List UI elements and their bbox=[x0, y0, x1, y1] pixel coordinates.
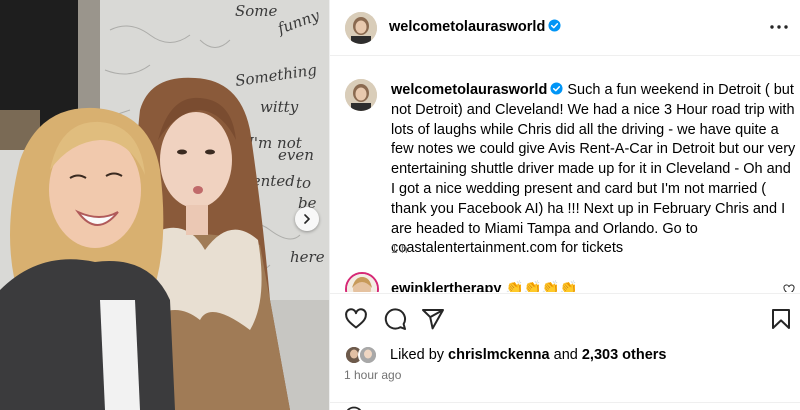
author-avatar[interactable] bbox=[345, 12, 377, 44]
comment-text: 👏👏👏👏 bbox=[505, 281, 578, 292]
commenter-username[interactable]: ewinklertherapy bbox=[391, 281, 501, 292]
caption-author-avatar[interactable] bbox=[345, 79, 377, 111]
liked-by-middle: and bbox=[549, 347, 582, 363]
bookmark-icon[interactable] bbox=[769, 307, 793, 331]
caption-body: welcometolaurasworld Such a fun weekend … bbox=[391, 81, 796, 259]
more-horizontal-icon bbox=[770, 25, 788, 29]
liked-by-count[interactable]: 2,303 others bbox=[582, 347, 667, 363]
likes-text: Liked by chrislmckenna and 2,303 others bbox=[390, 347, 667, 363]
next-photo-button[interactable] bbox=[295, 207, 319, 231]
heart-icon[interactable] bbox=[344, 307, 368, 331]
post-header: welcometolaurasworld bbox=[330, 0, 800, 56]
photo-image: Some funny Something witty I'm not even … bbox=[0, 0, 329, 410]
avatar-image bbox=[347, 274, 377, 292]
scribble-1: Some bbox=[235, 2, 278, 20]
post-details: welcometolaurasworld welcometolaurasworl… bbox=[329, 0, 800, 410]
comment-icon[interactable] bbox=[383, 307, 407, 331]
liked-by-prefix: Liked by bbox=[390, 347, 449, 363]
caption-timestamp[interactable]: 1 h bbox=[391, 242, 408, 256]
author-username[interactable]: welcometolaurasworld bbox=[389, 19, 545, 35]
caption-text: Such a fun weekend in Detroit ( but not … bbox=[391, 82, 796, 257]
action-bar: Liked by chrislmckenna and 2,303 others … bbox=[330, 293, 800, 410]
comment-body: ewinklertherapy 👏👏👏👏 bbox=[391, 280, 578, 292]
scribble-8: to bbox=[296, 174, 311, 192]
avatar-image bbox=[345, 79, 377, 111]
liker-avatar-2[interactable] bbox=[358, 345, 378, 365]
more-options-button[interactable] bbox=[767, 16, 791, 38]
avatar-image bbox=[360, 347, 376, 363]
avatar-image bbox=[345, 12, 377, 44]
verified-badge-icon bbox=[550, 82, 563, 95]
scribble-10: here bbox=[290, 248, 325, 266]
add-comment-area bbox=[330, 402, 800, 410]
comment-like-heart-icon[interactable] bbox=[783, 284, 795, 292]
scribble-6: even bbox=[278, 146, 314, 164]
post-photo[interactable]: Some funny Something witty I'm not even … bbox=[0, 0, 329, 410]
comment-item: ewinklertherapy 👏👏👏👏 bbox=[345, 272, 797, 292]
post-timestamp[interactable]: 1 hour ago bbox=[344, 368, 401, 382]
commenter-avatar[interactable] bbox=[345, 272, 379, 292]
share-icon[interactable] bbox=[421, 307, 445, 331]
author-name-row: welcometolaurasworld bbox=[389, 18, 561, 36]
verified-badge-icon bbox=[548, 19, 561, 32]
chevron-right-icon bbox=[304, 214, 310, 224]
liked-by-user[interactable]: chrislmckenna bbox=[448, 347, 550, 363]
emoji-icon[interactable] bbox=[344, 406, 364, 410]
caption-username[interactable]: welcometolaurasworld bbox=[391, 82, 547, 98]
scribble-4: witty bbox=[260, 98, 299, 116]
